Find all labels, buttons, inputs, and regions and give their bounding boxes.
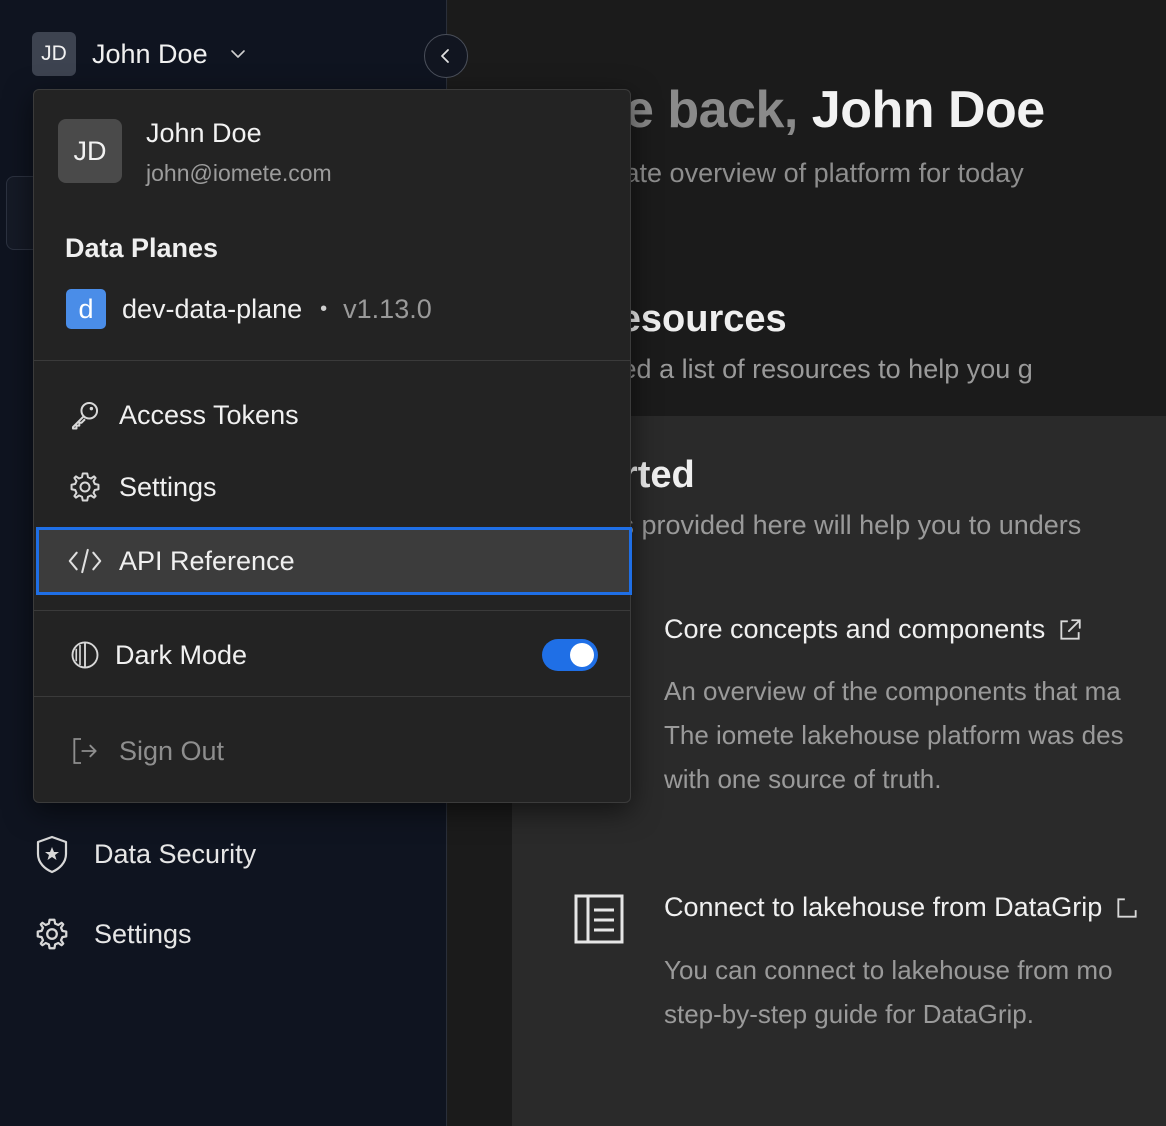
chevron-left-icon: [441, 49, 449, 63]
menu-item-access-tokens[interactable]: Access Tokens: [34, 383, 630, 447]
sidebar-item-settings[interactable]: Settings: [34, 914, 192, 954]
external-link-icon: [1117, 897, 1137, 918]
code-icon: [67, 543, 103, 579]
divider: [34, 610, 630, 611]
document-icon: [574, 894, 624, 944]
profile-name: John Doe: [146, 118, 262, 148]
data-plane-version: v1.13.0: [343, 293, 432, 324]
avatar: JD: [32, 32, 76, 76]
menu-item-label: Access Tokens: [119, 399, 299, 430]
menu-item-label: Dark Mode: [115, 639, 248, 670]
menu-item-sign-out[interactable]: Sign Out: [34, 719, 630, 783]
getting-started-description: urces provided here will help you to und…: [568, 510, 1082, 540]
card-core-concepts-link[interactable]: Core concepts and components: [664, 614, 1083, 645]
greeting-user-name: John Doe: [811, 81, 1045, 139]
data-plane-name: dev-data-plane: [122, 293, 303, 324]
card-description-line: The iomete lakehouse platform was des: [664, 720, 1124, 750]
contrast-icon: [67, 637, 103, 673]
menu-item-api-reference[interactable]: API Reference: [36, 527, 632, 595]
sign-out-icon: [67, 733, 103, 769]
gear-icon: [36, 918, 68, 950]
data-planes-heading: Data Planes: [65, 233, 219, 263]
sidebar-item-data-security[interactable]: Data Security: [34, 834, 256, 874]
data-plane-badge: d: [66, 289, 106, 329]
divider: [34, 360, 630, 361]
card-description-line: An overview of the components that ma: [664, 676, 1121, 706]
separator-dot: •: [320, 297, 328, 320]
card-description-line: step-by-step guide for DataGrip.: [664, 999, 1034, 1029]
card-description-line: with one source of truth.: [664, 764, 942, 794]
user-menu-trigger[interactable]: JD John Doe: [32, 32, 248, 76]
user-dropdown-menu: JD John Doe john@iomete.com Data Planes …: [33, 89, 632, 803]
profile-email: john@iomete.com: [146, 160, 332, 186]
sidebar-item-label: Data Security: [94, 838, 257, 869]
gear-icon: [67, 469, 103, 505]
toggle-knob: [570, 643, 594, 667]
dark-mode-toggle[interactable]: [542, 639, 598, 671]
menu-item-dark-mode[interactable]: Dark Mode: [34, 623, 630, 687]
card-title: Connect to lakehouse from DataGrip: [664, 892, 1103, 922]
card-datagrip-link[interactable]: Connect to lakehouse from DataGrip: [664, 892, 1140, 923]
menu-item-label: API Reference: [119, 545, 295, 576]
sidebar-item-label: Settings: [94, 918, 192, 949]
external-link-icon: [1060, 618, 1081, 640]
profile-header: JD John Doe john@iomete.com: [34, 90, 630, 200]
menu-item-label: Settings: [119, 471, 217, 502]
card-title: Core concepts and components: [664, 614, 1046, 644]
menu-item-label: Sign Out: [119, 735, 225, 766]
shield-star-icon: [36, 835, 68, 874]
menu-item-settings[interactable]: Settings: [34, 455, 630, 519]
data-plane-item[interactable]: d dev-data-plane • v1.13.0: [66, 289, 432, 329]
collapse-sidebar-button[interactable]: [424, 34, 468, 78]
chevron-down-icon: [230, 50, 245, 58]
divider: [34, 696, 630, 697]
avatar: JD: [58, 119, 122, 183]
card-description-line: You can connect to lakehouse from mo: [664, 955, 1113, 985]
key-icon: [67, 397, 103, 433]
user-name: John Doe: [92, 38, 208, 69]
